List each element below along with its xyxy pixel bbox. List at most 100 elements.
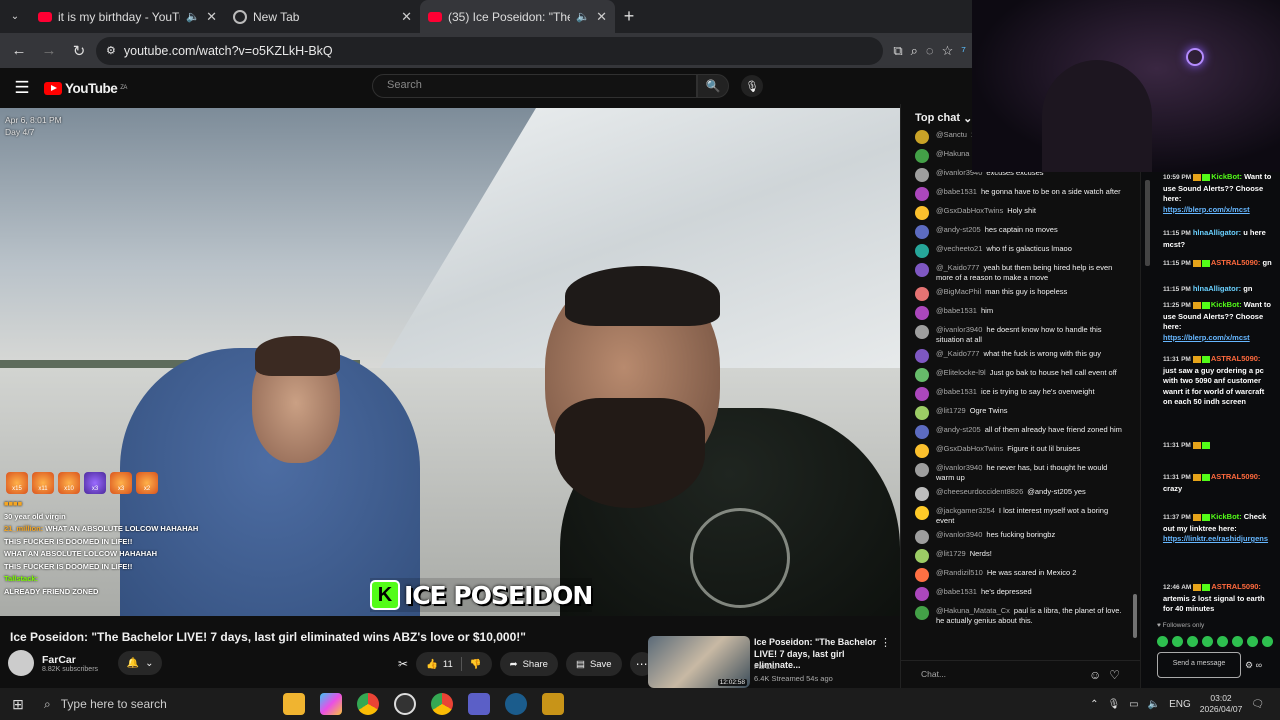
kick-username[interactable]: KickBot: [1211, 172, 1242, 181]
steam-icon[interactable] [505, 693, 527, 715]
kick-username[interactable]: KickBot: [1211, 300, 1242, 309]
avatar[interactable] [915, 444, 929, 458]
chat-username[interactable]: @babe1531 [936, 306, 977, 315]
avatar[interactable] [915, 168, 929, 182]
notification-bell-button[interactable]: 🔔 ⌄ [118, 651, 163, 675]
avatar[interactable] [915, 587, 929, 601]
recommended-video[interactable]: 12:02:58 Ice Poseidon: "The Bachelor LIV… [648, 636, 900, 688]
chat-username[interactable]: @ivanlor3940 [936, 530, 982, 539]
emoji-icon[interactable]: ☺ [1089, 668, 1101, 682]
like-button[interactable]: 👍 11 👎 [416, 652, 492, 676]
menu-icon[interactable]: ☰ [0, 78, 44, 98]
kick-message-link[interactable]: https://blerp.com/x/mcst [1163, 333, 1250, 342]
avatar[interactable] [915, 606, 929, 620]
speaker-icon[interactable]: 🔈 [576, 10, 590, 23]
avatar[interactable] [915, 187, 929, 201]
avatar[interactable] [915, 349, 929, 363]
kick-message-link[interactable]: https://blerp.com/x/mcst [1163, 205, 1250, 214]
search-icon[interactable]: 🔍 [697, 74, 729, 98]
chat-username[interactable]: @GsxDabHoxTwins [936, 206, 1003, 215]
avatar[interactable] [915, 244, 929, 258]
windows-start-icon[interactable]: ⊞ [0, 696, 36, 713]
chat-username[interactable]: @_Kaido777 [936, 263, 979, 272]
avatar[interactable] [915, 287, 929, 301]
kick-username[interactable]: ASTRAL5090: [1211, 354, 1261, 363]
kick-username[interactable]: hlnaAlligator: [1193, 228, 1241, 237]
install-icon[interactable]: ⧉ [893, 43, 902, 59]
kick-username[interactable]: ASTRAL5090: [1211, 582, 1261, 591]
network-icon[interactable]: ▭ [1129, 699, 1138, 710]
chat-username[interactable]: @cheeseurdoccident8826 [936, 487, 1023, 496]
kick-username[interactable]: ASTRAL5090: [1211, 472, 1261, 481]
reload-icon[interactable]: ↻ [66, 38, 92, 64]
close-tab-icon[interactable]: ✕ [206, 9, 217, 25]
channel-avatar[interactable] [8, 650, 34, 676]
back-icon[interactable]: ← [6, 38, 32, 64]
chat-username[interactable]: @GsxDabHoxTwins [936, 444, 1003, 453]
kick-username[interactable]: ASTRAL5090: [1211, 258, 1261, 267]
file-explorer-icon[interactable] [283, 693, 305, 715]
microphone-icon[interactable]: 🎙 [1107, 699, 1120, 710]
recommended-thumbnail[interactable]: 12:02:58 [648, 636, 750, 688]
close-tab-icon[interactable]: ✕ [596, 9, 607, 25]
thumbs-down-icon[interactable]: 👎 [470, 659, 482, 670]
chat-username[interactable]: @_Kaido777 [936, 349, 979, 358]
save-button[interactable]: ▤ Save [565, 652, 622, 676]
language-indicator[interactable]: ENG [1169, 699, 1191, 710]
emote[interactable] [1217, 636, 1228, 647]
notifications-icon[interactable]: 🗨 [1251, 699, 1264, 710]
taskbar-search[interactable]: ⌕ Type here to search [36, 688, 231, 720]
chat-username[interactable]: @lit1729 [936, 549, 966, 558]
more-options-icon[interactable]: ⋮ [880, 636, 891, 649]
video-player[interactable]: Apr 6, 8:01 PM Day 4/7 x15 x11 x10 x3 x3… [0, 108, 900, 616]
avatar[interactable] [915, 130, 929, 144]
chat-username[interactable]: @Hakuna_Matata_Cx [936, 606, 1010, 615]
search-input[interactable]: Search [372, 74, 697, 98]
eye-off-icon[interactable]: ◌ [926, 43, 934, 59]
new-tab-button[interactable]: + [615, 6, 643, 27]
share-button[interactable]: ➦ Share [499, 652, 558, 676]
emote[interactable] [1232, 636, 1243, 647]
avatar[interactable] [915, 387, 929, 401]
avatar[interactable] [915, 463, 929, 477]
emote[interactable] [1172, 636, 1183, 647]
tab-new-tab[interactable]: New Tab ✕ [225, 0, 420, 33]
avatar[interactable] [915, 425, 929, 439]
close-tab-icon[interactable]: ✕ [401, 9, 412, 25]
chat-scrollbar[interactable] [1133, 594, 1137, 638]
kick-scrollbar[interactable] [1145, 180, 1150, 266]
avatar[interactable] [915, 506, 929, 520]
tab-search-button[interactable]: ⌄ [0, 0, 30, 33]
url-field[interactable]: ⚙ youtube.com/watch?v=o5KZLkH-BkQ [96, 36, 884, 65]
chat-input[interactable]: Chat... [921, 666, 1081, 684]
chat-username[interactable]: @vecheeto21 [936, 244, 982, 253]
obs-icon[interactable] [394, 693, 416, 715]
youtube-logo[interactable]: YouTube ZA [44, 81, 127, 96]
tab-birthday[interactable]: it is my birthday - YouTube 🔈 ✕ [30, 0, 225, 33]
chat-username[interactable]: @babe1531 [936, 587, 977, 596]
site-info-icon[interactable]: ⚙ [106, 44, 116, 57]
chevron-up-icon[interactable]: ⌃ [1090, 699, 1098, 710]
avatar[interactable] [915, 306, 929, 320]
chat-username[interactable]: @Hakuna [936, 149, 969, 158]
avatar[interactable] [915, 487, 929, 501]
emote[interactable] [1202, 636, 1213, 647]
channel-name[interactable]: FarCar [42, 654, 98, 666]
avatar[interactable] [915, 225, 929, 239]
emote[interactable] [1262, 636, 1273, 647]
chat-username[interactable]: @lit1729 [936, 406, 966, 415]
chat-username[interactable]: @andy-st205 [936, 425, 981, 434]
chrome-icon[interactable] [357, 693, 379, 715]
heart-icon[interactable]: ♡ [1109, 668, 1120, 682]
avatar[interactable] [915, 530, 929, 544]
chat-username[interactable]: @BigMacPhil [936, 287, 981, 296]
avatar[interactable] [915, 406, 929, 420]
volume-icon[interactable]: 🔈 [1148, 699, 1160, 710]
game-icon[interactable] [542, 693, 564, 715]
chat-username[interactable]: @babe1531 [936, 387, 977, 396]
kick-message-link[interactable]: https://linktr.ee/rashidjurgens [1163, 534, 1268, 543]
zoom-icon[interactable]: ⌕ [911, 43, 918, 59]
microphone-icon[interactable]: 🎙 [741, 75, 763, 97]
kick-username[interactable]: KickBot: [1211, 512, 1242, 521]
avatar[interactable] [915, 549, 929, 563]
